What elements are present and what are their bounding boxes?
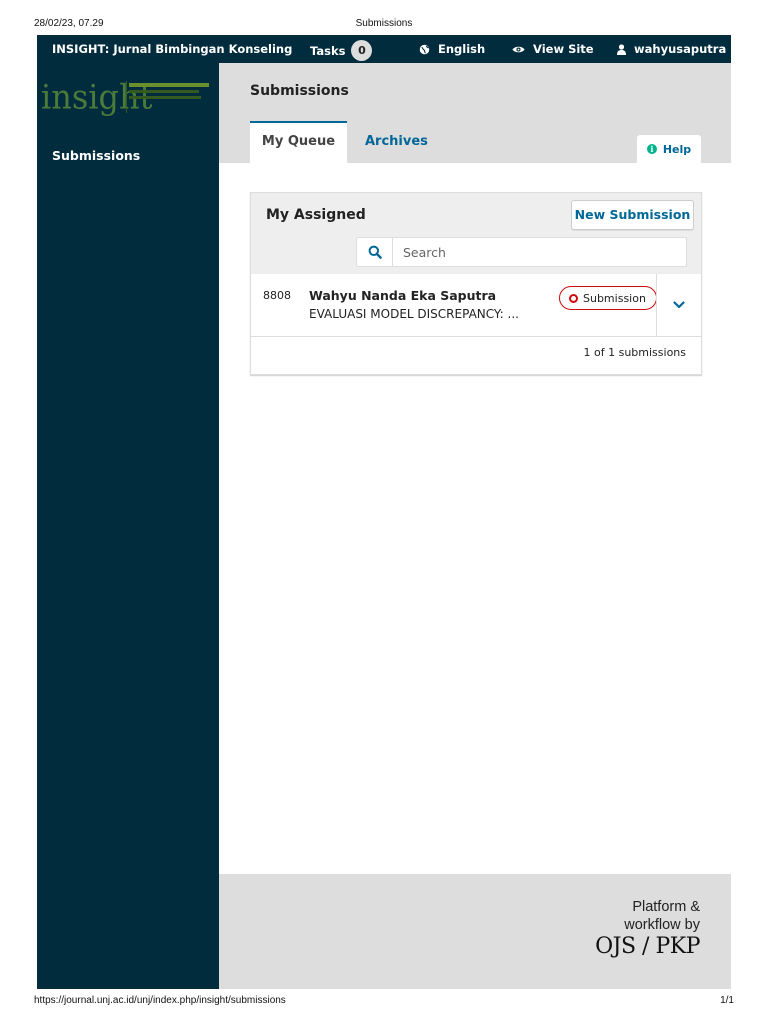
platform-line-1: Platform & [632, 899, 700, 915]
site-name-link[interactable]: INSIGHT: Jurnal Bimbingan Konseling [52, 42, 292, 56]
submission-title[interactable]: EVALUASI MODEL DISCREPANCY: ... [309, 307, 519, 321]
tab-archives[interactable]: Archives [365, 121, 428, 163]
stage-label: Submission [583, 291, 646, 305]
submission-author: Wahyu Nanda Eka Saputra [309, 288, 497, 303]
top-navigation-bar: INSIGHT: Jurnal Bimbingan Konseling Task… [37, 35, 731, 63]
username-label: wahyusaputra [634, 42, 727, 56]
platform-credit[interactable]: Platform & workflow by [624, 898, 700, 934]
panel-title: My Assigned [266, 207, 366, 223]
view-site-link[interactable]: View Site [512, 42, 594, 56]
search-box [356, 237, 687, 267]
language-label: English [438, 42, 486, 56]
panel-header: My Assigned New Submission [251, 193, 701, 274]
platform-line-2: workflow by [624, 917, 700, 933]
help-label: Help [662, 142, 692, 156]
sidebar: insight Submissions [37, 63, 219, 989]
page-footer: Platform & workflow by OJS / PKP [219, 874, 731, 989]
journal-logo[interactable]: insight [41, 78, 213, 119]
stage-ring-icon [569, 293, 578, 303]
search-icon[interactable] [357, 238, 393, 266]
logo-subtext-graphic [129, 83, 213, 99]
print-header: 28/02/23, 07.29 Submissions [0, 0, 768, 30]
sidebar-item-submissions[interactable]: Submissions [52, 148, 140, 163]
main-content: Submissions My Queue Archives i Help My … [219, 63, 731, 989]
ojs-pkp-logo[interactable]: OJS / PKP [595, 934, 700, 959]
logo-divider [126, 81, 127, 113]
user-icon [617, 43, 626, 55]
info-icon: i [646, 144, 657, 154]
user-menu[interactable]: wahyusaputra [617, 42, 726, 56]
language-menu[interactable]: English [419, 42, 485, 56]
eye-icon [512, 46, 525, 52]
print-footer: https://journal.unj.ac.id/unj/index.php/… [0, 992, 768, 1012]
page-header: Submissions My Queue Archives i Help [219, 63, 731, 163]
print-page-title: Submissions [355, 18, 413, 29]
app-window: INSIGHT: Jurnal Bimbingan Konseling Task… [37, 35, 731, 989]
expand-row-button[interactable] [656, 274, 701, 336]
submission-row[interactable]: 8808 Wahyu Nanda Eka Saputra EVALUASI MO… [251, 274, 701, 337]
tasks-label: Tasks [310, 44, 346, 58]
chevron-down-icon [673, 301, 685, 309]
view-site-label: View Site [533, 42, 594, 56]
print-page-number: 1/1 [720, 995, 734, 1006]
submission-count: 1 of 1 submissions [583, 346, 687, 359]
new-submission-button[interactable]: New Submission [571, 200, 694, 230]
globe-icon [419, 44, 430, 54]
tasks-button[interactable]: Tasks 0 [310, 40, 373, 61]
search-input[interactable] [394, 238, 686, 266]
tasks-count-badge: 0 [351, 40, 373, 61]
submission-id: 8808 [263, 289, 291, 302]
print-url: https://journal.unj.ac.id/unj/index.php/… [34, 995, 286, 1006]
page-title: Submissions [250, 83, 349, 99]
help-button[interactable]: i Help [637, 135, 701, 163]
stage-badge: Submission [559, 286, 657, 310]
submissions-panel: My Assigned New Submission 8808 Wahyu Na… [250, 192, 702, 375]
tab-my-queue[interactable]: My Queue [250, 121, 347, 163]
